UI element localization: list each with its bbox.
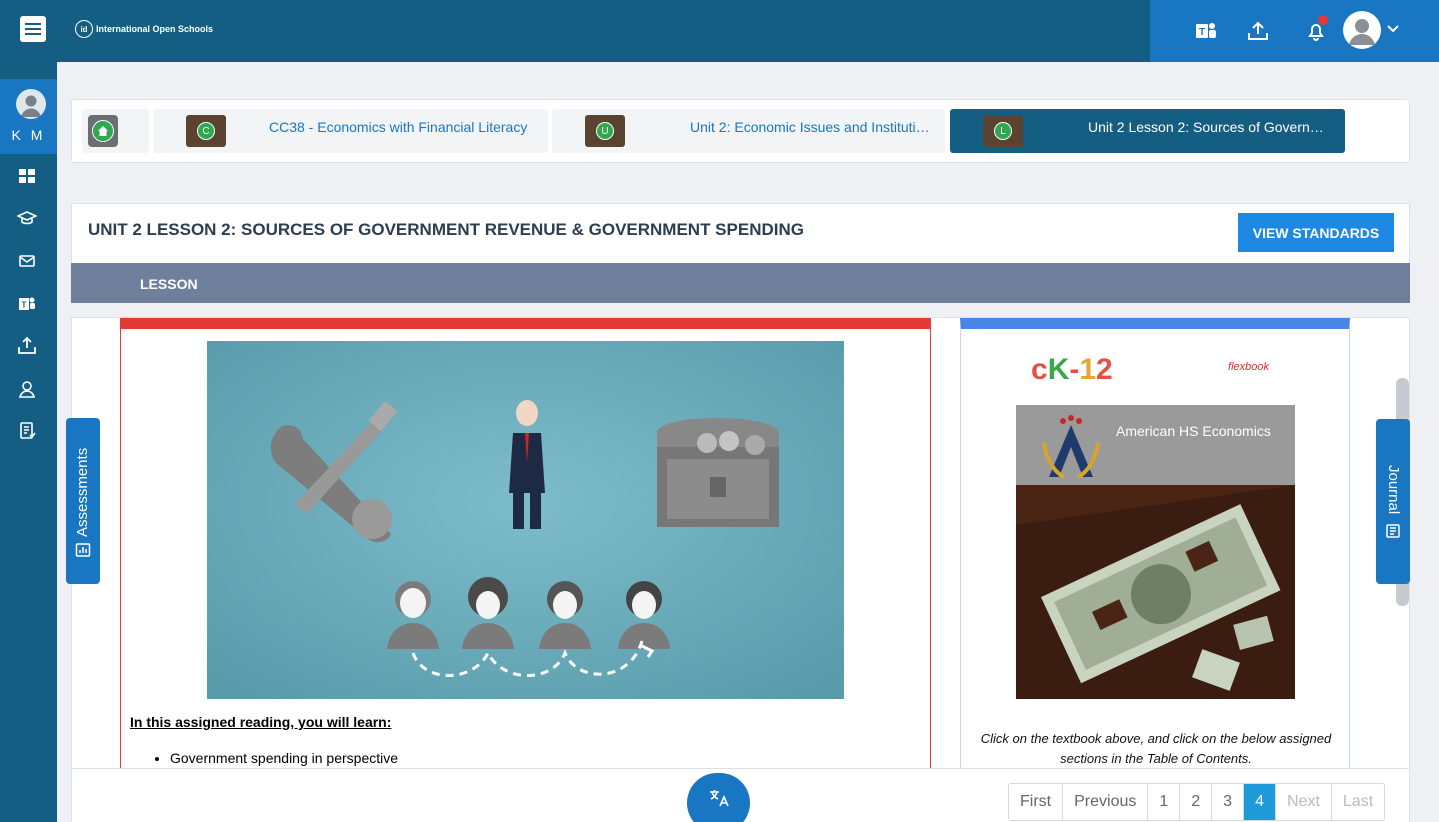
breadcrumb: C CC38 - Economics with Financial Litera… — [71, 99, 1410, 163]
journal-icon — [1386, 524, 1400, 538]
bar-chart-icon — [75, 543, 91, 557]
user-avatar[interactable] — [1343, 11, 1381, 49]
breadcrumb-unit-label: Unit 2: Economic Issues and Institutions — [690, 119, 930, 135]
breadcrumb-course[interactable]: C CC38 - Economics with Financial Litera… — [153, 109, 548, 153]
unit-thumbnail: U — [585, 115, 625, 147]
report-icon[interactable] — [17, 421, 37, 441]
lesson-content: In this assigned reading, you will learn… — [71, 317, 1410, 822]
logo-text: International Open Schools — [96, 24, 214, 34]
notification-badge — [1318, 15, 1328, 25]
pagination-page-4[interactable]: 4 — [1244, 784, 1276, 820]
assessments-label: Assessments — [74, 447, 91, 537]
course-thumbnail: C — [186, 115, 226, 147]
textbook-title: American HS Economics — [1116, 423, 1271, 439]
journal-label: Journal — [1385, 465, 1402, 515]
pagination-page-1[interactable]: 1 — [1148, 784, 1181, 820]
lesson-thumbnail: L — [983, 115, 1023, 147]
home-icon — [92, 120, 114, 142]
svg-text:T: T — [1199, 27, 1205, 38]
dashboard-icon[interactable] — [17, 166, 37, 186]
sidebar-user[interactable]: K M — [0, 79, 57, 154]
assessments-tab[interactable]: Assessments — [66, 418, 100, 584]
pagination: First Previous 1 2 3 4 Next Last — [1008, 783, 1386, 821]
pagination-page-3[interactable]: 3 — [1212, 784, 1245, 820]
textbook-cover-link[interactable]: cK-12 flexbook American HS Economics — [1016, 341, 1295, 699]
lesson-section-bar: LESSON — [71, 263, 1410, 303]
profile-icon[interactable] — [17, 379, 37, 399]
unit-badge: U — [596, 122, 614, 140]
flexbook-logo: flexbook — [1228, 361, 1269, 373]
translate-button[interactable] — [687, 773, 750, 822]
logo-mark: id — [75, 20, 93, 38]
teams-sidebar-icon[interactable]: T — [17, 294, 37, 314]
course-badge: C — [197, 122, 215, 140]
graduation-cap-icon[interactable] — [16, 208, 38, 228]
breadcrumb-lesson-label: Unit 2 Lesson 2: Sources of Government R… — [1088, 119, 1328, 135]
breadcrumb-course-label: CC38 - Economics with Financial Literacy — [269, 119, 528, 135]
textbook-pane: cK-12 flexbook American HS Economics Cli… — [960, 318, 1350, 769]
ck12-logo: cK-12 — [1031, 353, 1113, 386]
textbook-cover-image: American HS Economics — [1016, 405, 1295, 699]
video-pane: In this assigned reading, you will learn… — [120, 318, 931, 769]
svg-text:T: T — [22, 301, 27, 310]
upload-sidebar-icon[interactable] — [17, 336, 37, 356]
mail-icon[interactable] — [17, 251, 37, 271]
user-initials: K M — [11, 127, 46, 143]
breadcrumb-home[interactable] — [82, 109, 149, 153]
pagination-first[interactable]: First — [1009, 784, 1064, 820]
sidebar: K M T — [0, 62, 57, 822]
translate-icon — [709, 790, 729, 807]
list-item: Government spending in perspective — [170, 750, 398, 766]
breadcrumb-unit[interactable]: U Unit 2: Economic Issues and Institutio… — [552, 109, 945, 153]
hamburger-menu-icon[interactable] — [20, 16, 46, 42]
teams-icon[interactable]: T — [1193, 18, 1219, 44]
chevron-down-icon[interactable] — [1386, 22, 1400, 41]
pagination-last[interactable]: Last — [1331, 784, 1385, 820]
journal-tab[interactable]: Journal — [1376, 419, 1410, 584]
page-title: UNIT 2 LESSON 2: SOURCES OF GOVERNMENT R… — [88, 220, 804, 239]
pagination-next[interactable]: Next — [1275, 784, 1332, 820]
pagination-page-2[interactable]: 2 — [1180, 784, 1213, 820]
home-thumbnail — [88, 115, 118, 147]
video-thumbnail[interactable] — [207, 341, 844, 699]
view-standards-button[interactable]: VIEW STANDARDS — [1238, 213, 1394, 252]
textbook-title-band: American HS Economics — [1016, 405, 1295, 485]
app-logo[interactable]: id International Open Schools — [75, 20, 213, 38]
upload-icon[interactable] — [1245, 18, 1271, 44]
lesson-section-label: LESSON — [140, 276, 198, 292]
learn-list: Government spending in perspective — [170, 750, 398, 766]
learn-heading: In this assigned reading, you will learn… — [130, 714, 392, 730]
textbook-instructions: Click on the textbook above, and click o… — [980, 731, 1332, 766]
notifications-bell-icon[interactable] — [1303, 15, 1329, 44]
pagination-previous[interactable]: Previous — [1063, 784, 1149, 820]
sidebar-avatar — [16, 89, 46, 119]
lesson-badge: L — [994, 122, 1012, 140]
breadcrumb-lesson[interactable]: L Unit 2 Lesson 2: Sources of Government… — [950, 109, 1345, 153]
lesson-header: UNIT 2 LESSON 2: SOURCES OF GOVERNMENT R… — [71, 203, 1410, 263]
